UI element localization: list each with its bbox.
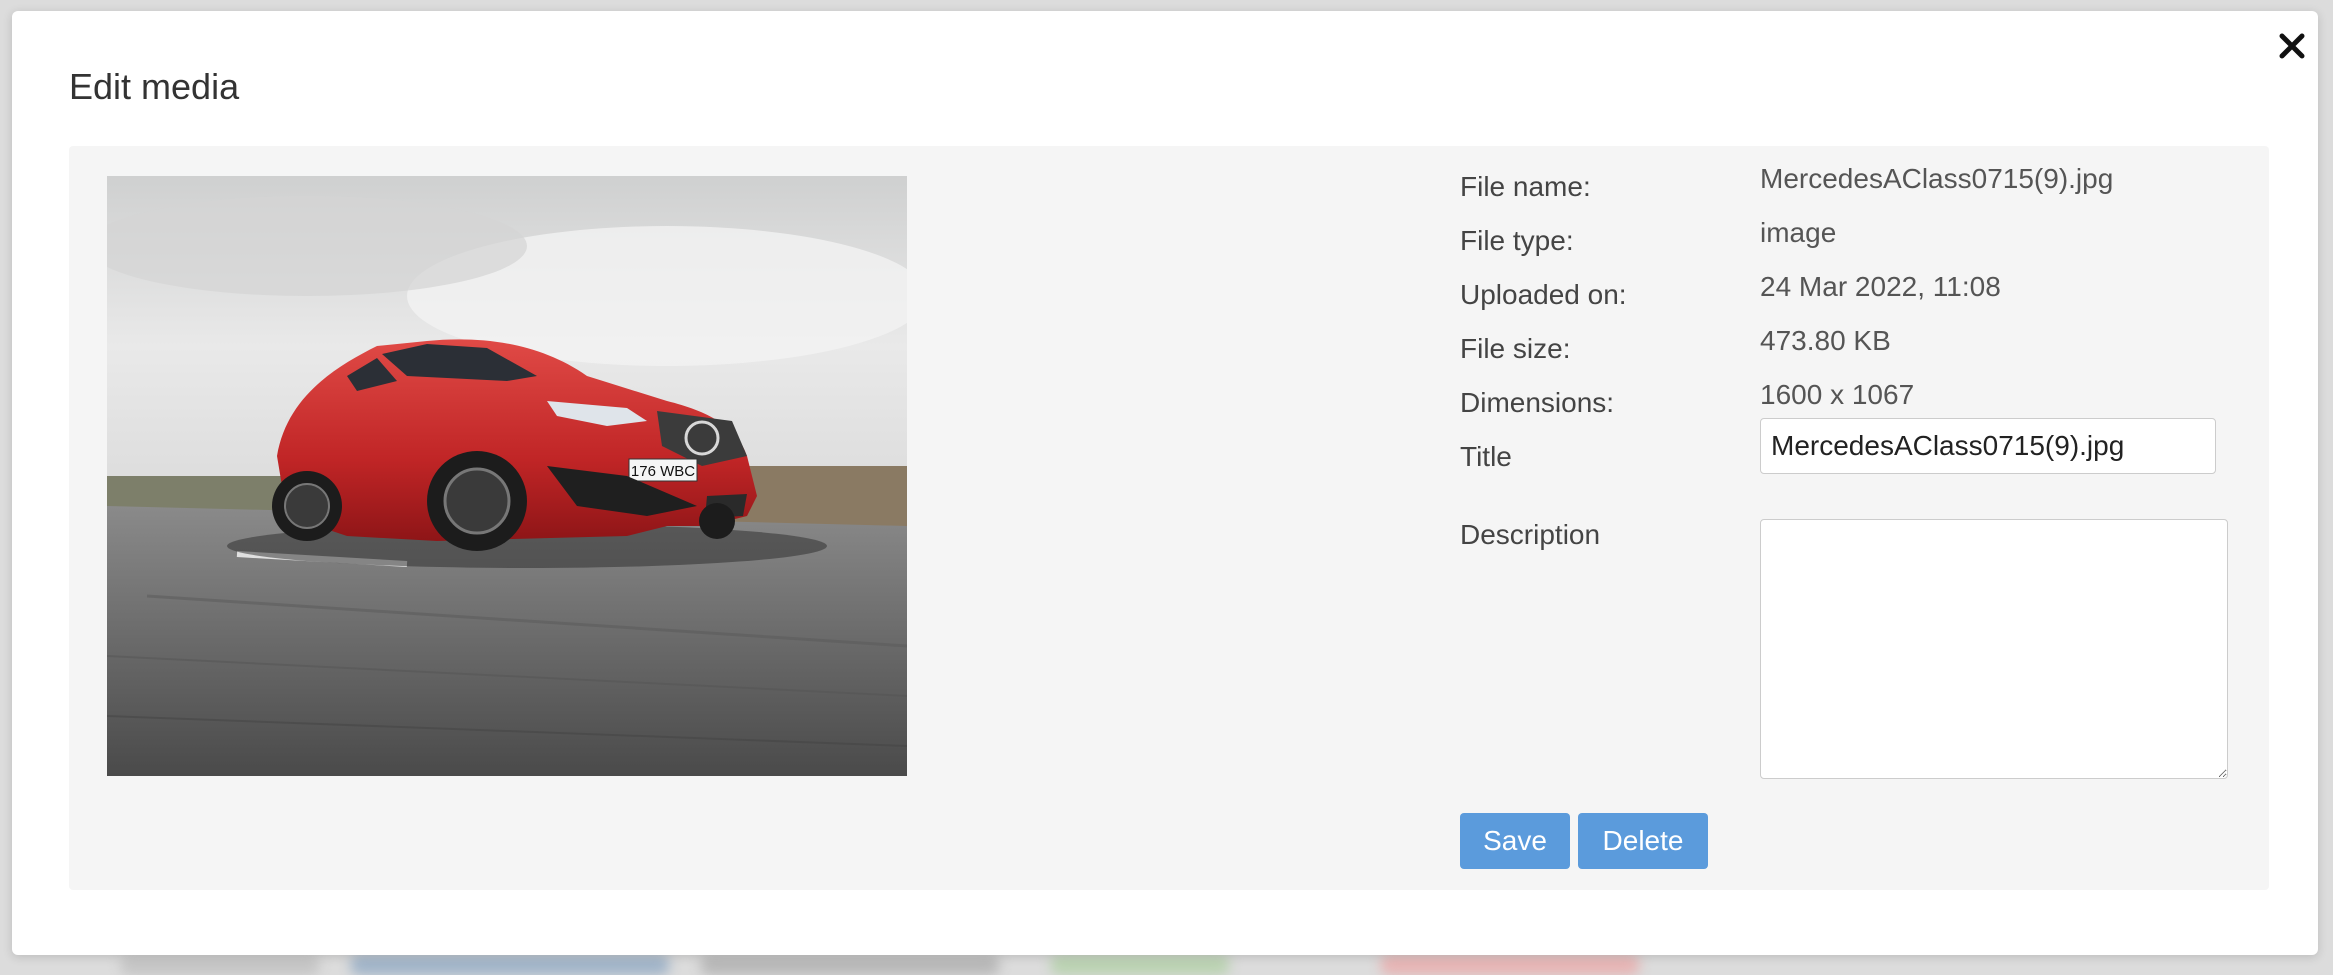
background-content xyxy=(700,955,1000,975)
title-input[interactable] xyxy=(1760,418,2216,474)
file-size-value: 473.80 KB xyxy=(1760,325,1891,356)
dimensions-value: 1600 x 1067 xyxy=(1760,379,1915,410)
file-size-label: File size: xyxy=(1460,333,1571,364)
save-button[interactable]: Save xyxy=(1460,813,1570,869)
description-label: Description xyxy=(1460,519,1601,550)
file-name-label: File name: xyxy=(1460,171,1591,202)
background-content xyxy=(350,955,670,975)
edit-media-modal: Edit media 176 WBC File name: MercedesAC… xyxy=(12,11,2318,955)
background-content xyxy=(1050,955,1230,975)
dimensions-label: Dimensions: xyxy=(1460,387,1615,418)
close-icon xyxy=(2279,33,2305,59)
file-type-label: File type: xyxy=(1460,225,1574,256)
uploaded-value: 24 Mar 2022, 11:08 xyxy=(1760,271,2001,302)
close-button[interactable] xyxy=(2272,26,2312,66)
file-name-value: MercedesAClass0715(9).jpg xyxy=(1760,163,2114,194)
background-content xyxy=(1380,955,1640,975)
modal-title: Edit media xyxy=(69,66,240,107)
uploaded-label: Uploaded on: xyxy=(1460,279,1627,310)
delete-button[interactable]: Delete xyxy=(1578,813,1708,869)
background-content xyxy=(120,955,320,975)
license-plate: 176 WBC xyxy=(631,463,695,480)
media-panel: 176 WBC File name: MercedesAClass0715(9)… xyxy=(69,146,2269,890)
media-preview-image: 176 WBC xyxy=(107,176,907,776)
description-textarea[interactable] xyxy=(1760,519,2228,779)
file-type-value: image xyxy=(1760,217,1837,248)
car-image: 176 WBC xyxy=(107,176,907,776)
title-label: Title xyxy=(1460,441,1512,472)
